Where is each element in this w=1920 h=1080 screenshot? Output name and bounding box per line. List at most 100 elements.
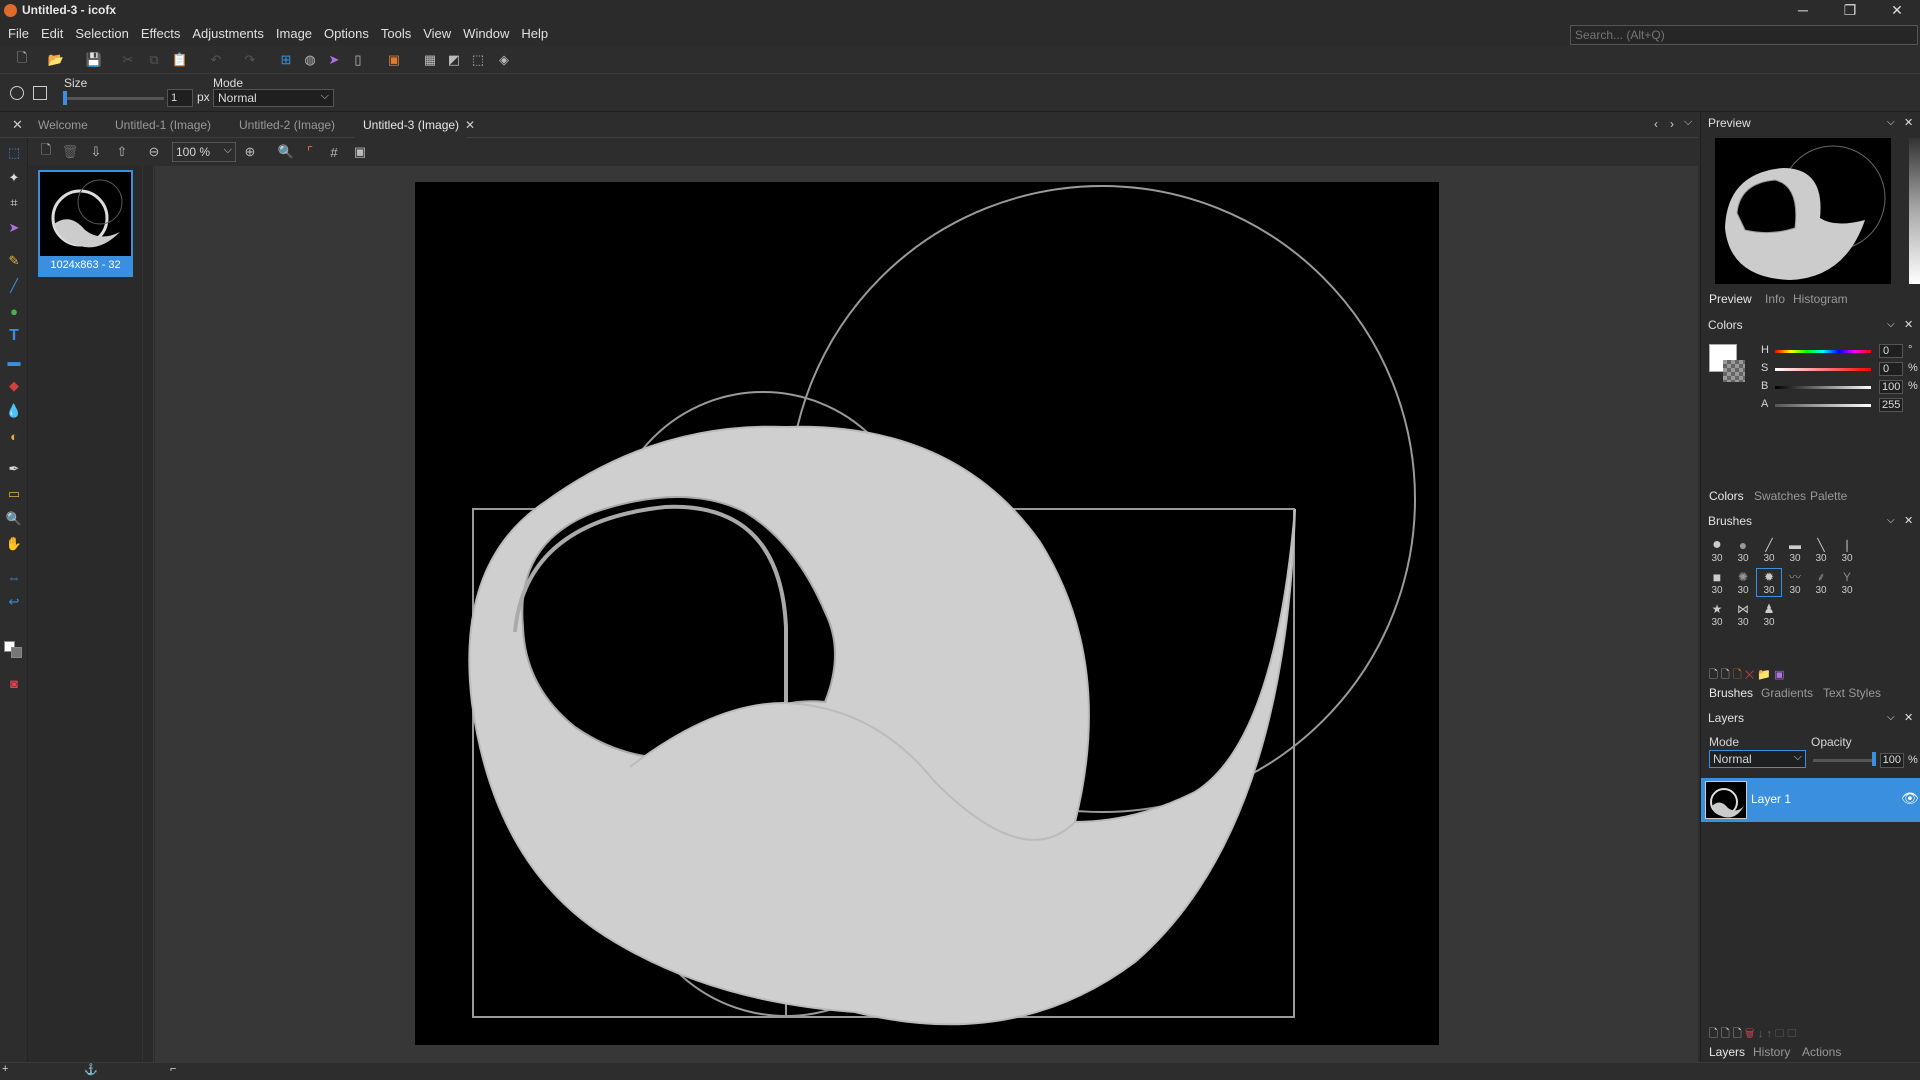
cursor-icon[interactable]: ➤ xyxy=(324,50,344,70)
menu-options[interactable]: Options xyxy=(318,22,375,46)
minimize-button[interactable]: ─ xyxy=(1780,0,1826,22)
h-slider[interactable] xyxy=(1775,350,1871,353)
tab-palette[interactable]: Palette xyxy=(1810,486,1847,506)
tab-untitled-2[interactable]: Untitled-2 (Image) xyxy=(231,112,343,138)
layer-row[interactable]: Layer 1 👁 xyxy=(1701,778,1920,822)
delete-brush-icon[interactable]: ✕ xyxy=(1745,669,1755,681)
brush-round-hard[interactable]: ● 30 xyxy=(1705,537,1729,565)
tab-actions[interactable]: Actions xyxy=(1802,1042,1841,1062)
size-input[interactable]: 1 xyxy=(167,89,193,107)
apple-icon[interactable]: ◍ xyxy=(300,50,320,70)
import-icon[interactable]: ⇩ xyxy=(86,142,106,162)
import-brush-icon[interactable]: 🗋 xyxy=(1733,669,1742,681)
fill-shape-icon[interactable]: ● xyxy=(2,300,26,322)
move-up-icon[interactable]: ↑ xyxy=(1766,1028,1772,1040)
tab-untitled-3[interactable]: Untitled-3 (Image) xyxy=(355,112,468,138)
panel-close-icon[interactable]: ✕ xyxy=(1904,707,1913,729)
secondary-color-swatch[interactable] xyxy=(1723,360,1745,382)
new-brush-icon[interactable]: 🗋 xyxy=(1709,669,1718,681)
menu-file[interactable]: File xyxy=(2,22,35,46)
panel-menu-icon[interactable]: ⌵ xyxy=(1887,314,1895,336)
a-input[interactable]: 255 xyxy=(1879,398,1903,412)
duplicate-brush-icon[interactable]: 🗋 xyxy=(1721,669,1730,681)
line-icon[interactable]: ╱ xyxy=(2,275,26,297)
ruler-icon[interactable]: ▭ xyxy=(2,483,26,505)
layer-mode-dropdown[interactable]: Normal ⌵ xyxy=(1709,750,1806,768)
brush-butterfly[interactable]: ⋈ 30 xyxy=(1731,601,1755,628)
tab-colors[interactable]: Colors xyxy=(1709,486,1744,506)
brush-flat[interactable]: ▬ 30 xyxy=(1783,537,1807,564)
menu-edit[interactable]: Edit xyxy=(35,22,69,46)
tab-gradients[interactable]: Gradients xyxy=(1761,683,1813,703)
burn-icon[interactable]: ◐ xyxy=(2,425,26,447)
checker-icon[interactable]: ▦ xyxy=(420,50,440,70)
format-thumbnail[interactable]: 1024x863 - 32 xyxy=(38,170,133,277)
mobile-icon[interactable]: ▯ xyxy=(348,50,368,70)
merge-icon[interactable]: ▢ xyxy=(1775,1028,1784,1040)
background-color-swatch[interactable] xyxy=(11,647,22,658)
tab-scroll-right-icon[interactable]: › xyxy=(1670,117,1674,131)
undo-icon[interactable]: ↶ xyxy=(206,50,226,70)
brush-square[interactable]: ■ 30 xyxy=(1705,569,1729,596)
opacity-input[interactable]: 100 xyxy=(1880,753,1904,768)
brush-round-soft[interactable]: ● 30 xyxy=(1731,537,1755,564)
brush-leaf[interactable]: ❘ 30 xyxy=(1835,537,1859,564)
save-brushes-icon[interactable]: ▣ xyxy=(1774,669,1784,681)
mode-dropdown[interactable]: Normal ⌵ xyxy=(213,89,334,107)
magic-wand-icon[interactable]: ✦ xyxy=(2,167,26,189)
brush-splatter[interactable]: ✹ 30 xyxy=(1756,568,1782,597)
preview-scrollbar[interactable] xyxy=(1909,138,1920,284)
crop-icon[interactable]: ⌗ xyxy=(2,192,26,214)
size-slider[interactable] xyxy=(64,97,164,100)
close-tab-icon[interactable]: ✕ xyxy=(465,118,475,132)
selection-icon[interactable]: ⬚ xyxy=(468,50,488,70)
menu-help[interactable]: Help xyxy=(515,22,554,46)
close-button[interactable]: ✕ xyxy=(1874,0,1920,22)
a-slider[interactable] xyxy=(1775,404,1871,407)
paste-icon[interactable]: 📋 xyxy=(170,50,190,70)
tab-layers[interactable]: Layers xyxy=(1709,1042,1745,1062)
redo-icon[interactable]: ↷ xyxy=(240,50,260,70)
tab-scroll-left-icon[interactable]: ‹ xyxy=(1654,117,1658,131)
menu-view[interactable]: View xyxy=(417,22,457,46)
export-icon[interactable]: ⇧ xyxy=(112,142,132,162)
fit-screen-icon[interactable]: ▣ xyxy=(350,142,370,162)
menu-image[interactable]: Image xyxy=(270,22,318,46)
open-folder-icon[interactable]: 📁 xyxy=(1757,669,1771,681)
move-down-icon[interactable]: ↓ xyxy=(1758,1028,1764,1040)
tab-list-icon[interactable]: ⌵ xyxy=(1684,116,1692,129)
brush-angled[interactable]: ╲ 30 xyxy=(1809,537,1833,564)
menu-effects[interactable]: Effects xyxy=(135,22,187,46)
blur-icon[interactable]: 💧 xyxy=(2,400,26,422)
layer-from-image-icon[interactable]: 🗋 xyxy=(1733,1028,1742,1040)
save-icon[interactable]: 💾 xyxy=(84,50,104,70)
s-input[interactable]: 0 xyxy=(1879,362,1903,376)
hand-icon[interactable]: ✋ xyxy=(2,533,26,555)
brush-twig[interactable]: Y 30 xyxy=(1835,569,1859,596)
eye-icon[interactable]: 👁 xyxy=(1901,790,1919,807)
brush-grass[interactable]: ⸙ 30 xyxy=(1809,569,1833,596)
zoom-icon[interactable]: 🔍 xyxy=(2,508,26,530)
tab-histogram[interactable]: Histogram xyxy=(1793,289,1848,309)
brush-scatter[interactable]: ✺ 30 xyxy=(1731,569,1755,596)
image-canvas[interactable] xyxy=(415,182,1439,1045)
grid-icon[interactable]: # xyxy=(324,142,344,162)
thumbnail-scrollbar[interactable] xyxy=(142,166,154,1062)
tab-preview[interactable]: Preview xyxy=(1709,289,1752,309)
panel-close-icon[interactable]: ✕ xyxy=(1904,510,1913,532)
menu-adjustments[interactable]: Adjustments xyxy=(186,22,270,46)
s-slider[interactable] xyxy=(1775,368,1871,371)
windows-icon[interactable]: ⊞ xyxy=(276,50,296,70)
eraser-icon[interactable]: ◆ xyxy=(2,375,26,397)
panel-menu-icon[interactable]: ⌵ xyxy=(1887,707,1895,729)
tab-text-styles[interactable]: Text Styles xyxy=(1823,683,1881,703)
flatten-icon[interactable]: ▢ xyxy=(1787,1028,1796,1040)
cut-icon[interactable]: ✂ xyxy=(118,50,138,70)
tab-swatches[interactable]: Swatches xyxy=(1754,486,1806,506)
panel-menu-icon[interactable]: ⌵ xyxy=(1887,112,1895,134)
brush-figure[interactable]: ♟ 30 xyxy=(1757,601,1781,628)
opacity-slider[interactable] xyxy=(1813,759,1875,762)
menu-window[interactable]: Window xyxy=(457,22,515,46)
panel-close-icon[interactable]: ✕ xyxy=(1904,112,1913,134)
close-all-icon[interactable]: ✕ xyxy=(12,117,23,133)
